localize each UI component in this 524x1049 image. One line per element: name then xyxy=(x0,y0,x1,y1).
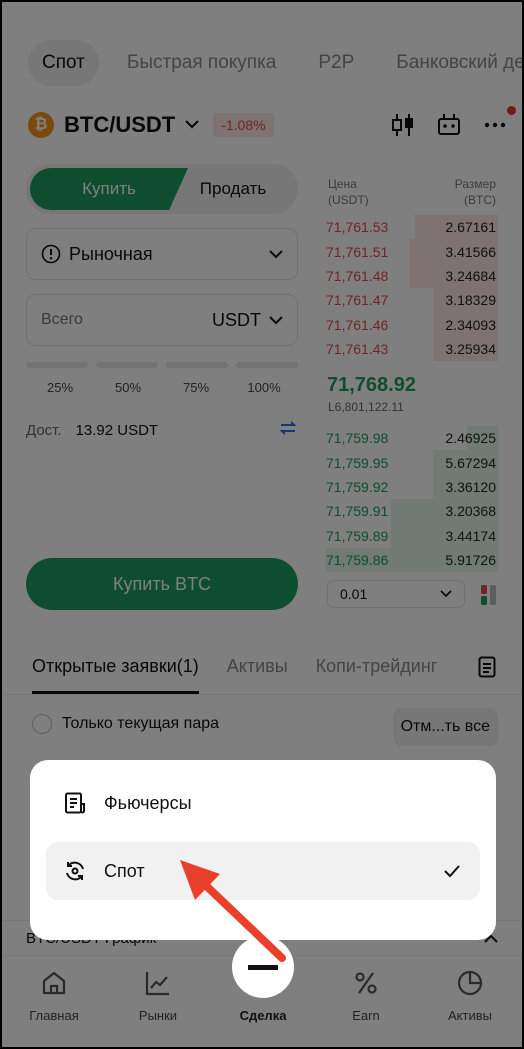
app-screen: Спот Быстрая покупка P2P Банковский деп … xyxy=(0,0,524,1049)
annotation-arrow-icon xyxy=(180,860,286,962)
